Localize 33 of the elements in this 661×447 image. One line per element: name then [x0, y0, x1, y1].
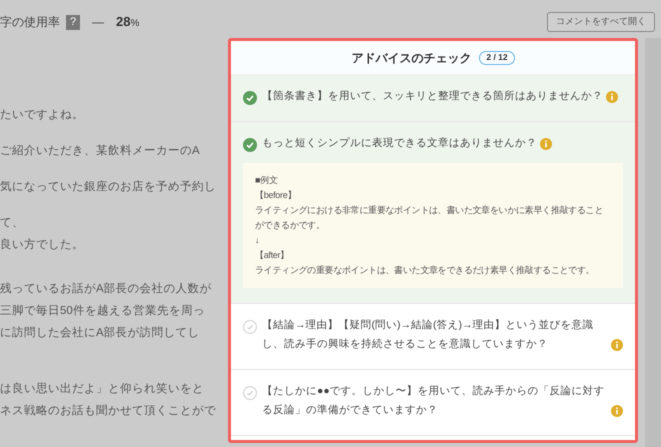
usage-label: 字の使用率 — [0, 14, 60, 31]
example-text: 【after】 — [255, 249, 290, 262]
advice-text: もっと短くシンプルに表現できる文章はありませんか？ — [262, 136, 537, 151]
advice-text: 【たしかに●●です。しかし〜】を用いて、読み手からの「反論に対する反論」の準備ができていますか？ — [262, 384, 606, 418]
example-text: ■例文 — [255, 174, 279, 187]
info-icon[interactable] — [611, 405, 623, 417]
article-text-line: 良い方でした。 — [0, 237, 85, 253]
article-text-line: て、 — [0, 216, 25, 231]
example-text: ↓ — [255, 234, 260, 247]
info-icon[interactable] — [540, 138, 552, 150]
example-text: 【before】 — [255, 189, 298, 202]
example-text: ライティングの重要なポイントは、書いた文章をできるだけ素早く推敲することです。 — [255, 264, 596, 277]
info-icon[interactable] — [611, 339, 623, 351]
panel-title: アドバイスのチェック — [351, 50, 472, 66]
article-text-line: ご紹介いただき、某飲料メーカーのA — [0, 144, 201, 159]
article-text-line: ネス戦略のお話も聞かせて頂くことがで — [0, 404, 217, 419]
help-button[interactable]: ? — [66, 14, 80, 30]
dash-text: — — [92, 14, 104, 31]
advice-item[interactable]: 【箇条書き】を用いて、スッキリと整理できる箇所はありませんか？ — [231, 75, 635, 122]
usage-value: 28% — [116, 13, 140, 32]
article-text-line: 気になっていた銀座のお店を予め予約し — [0, 179, 217, 195]
advice-text: 【結論→理由】【疑問(問い)→結論(答え)→理由】という並びを意識し、読み手の興味を持続させることを意識していますか？ — [262, 318, 594, 352]
advice-text: 【箇条書き】を用いて、スッキリと整理できる箇所はありませんか？ — [262, 89, 603, 104]
article-text-line: に訪問した会社にA部長が訪問してし — [0, 325, 201, 341]
example-text: ライティングにおける非常に重要なポイントは、書いた文章をいかに素早く推敲することができるかです。 — [255, 204, 604, 232]
info-icon[interactable] — [606, 91, 618, 103]
open-all-comments-button[interactable]: コメントをすべて開く — [547, 12, 655, 32]
article-text-line: 残っているお話がA部長の会社の人数が — [0, 281, 213, 297]
article-text-line: たいですよね。 — [0, 108, 85, 123]
article-text-line: 三脚で毎日50件を越える営業先を周っ — [0, 304, 206, 319]
progress-count: 2 / 12 — [479, 50, 515, 64]
advice-item[interactable]: もっと短くシンプルに表現できる文章はありませんか？ ■例文 【before】 ライティングにおける非常に重要なポイントは、書いた文章をいかに素早く推敲することができるかです。 ↓ 【after】 ライティングの重要なポイントは、書いた文章をできるだけ素早く推敲することです。 — [231, 122, 635, 304]
article-text-line: は良い思い出だよ」と仰られ笑いをと — [0, 382, 205, 397]
